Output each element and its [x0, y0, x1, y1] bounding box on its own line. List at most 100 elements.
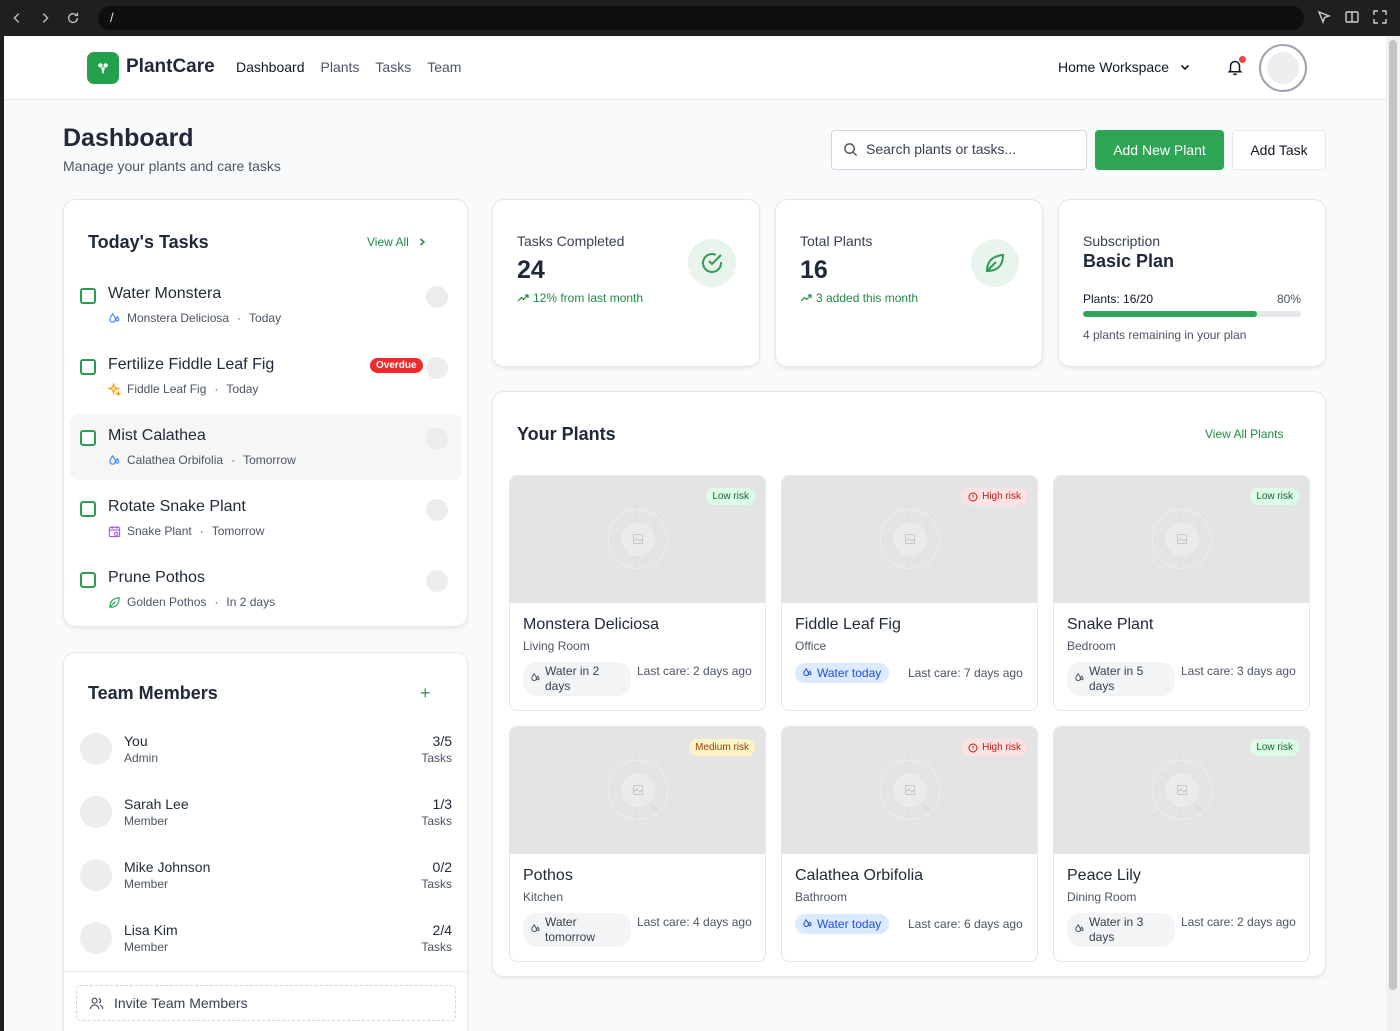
view-all-plants-link[interactable]: View All Plants: [1205, 427, 1284, 441]
split-view-icon[interactable]: [1344, 9, 1360, 25]
task-action-button[interactable]: [426, 286, 448, 308]
task-item[interactable]: Water Monstera Monstera Deliciosa · Toda…: [70, 272, 462, 338]
plant-card[interactable]: Medium risk Pothos Kitchen Water tomorro…: [509, 726, 766, 962]
view-all-tasks-link[interactable]: View All: [367, 235, 427, 249]
member-role: Member: [124, 940, 169, 954]
task-checkbox[interactable]: [80, 288, 96, 304]
add-new-plant-button[interactable]: Add New Plant: [1095, 130, 1224, 170]
workspace-selector[interactable]: Home Workspace: [1058, 59, 1191, 75]
add-member-plus-icon[interactable]: +: [420, 683, 431, 704]
plant-card[interactable]: Low risk Snake Plant Bedroom Water in 5 …: [1053, 475, 1310, 711]
nav-plants[interactable]: Plants: [321, 59, 360, 75]
member-avatar: [80, 796, 112, 828]
plant-location: Bedroom: [1067, 639, 1116, 653]
alert-icon: [968, 743, 978, 752]
brand-name[interactable]: PlantCare: [126, 56, 215, 78]
usage-progress-fill: [1083, 311, 1258, 317]
app-page: PlantCare Dashboard Plants Tasks Team Ho…: [4, 36, 1386, 1031]
total-plants-card: Total Plants 16 3 added this month: [775, 199, 1043, 367]
member-task-count: 1/3: [432, 796, 452, 812]
team-members-card: Team Members + You Admin 3/5 Tasks Sarah…: [63, 652, 468, 1031]
member-task-label: Tasks: [421, 940, 452, 954]
risk-badge: Low risk: [1250, 739, 1299, 756]
notification-dot: [1239, 56, 1246, 63]
task-checkbox[interactable]: [80, 572, 96, 588]
check-circle-icon: [688, 239, 736, 287]
task-action-button[interactable]: [426, 357, 448, 379]
risk-badge: High risk: [962, 739, 1027, 756]
task-item[interactable]: Mist Calathea Calathea Orbifolia · Tomor…: [70, 414, 462, 480]
task-action-button[interactable]: [426, 570, 448, 592]
last-care: Last care: 3 days ago: [1181, 664, 1296, 678]
water-schedule: Water in 5 days: [1067, 662, 1175, 696]
plant-name: Snake Plant: [1067, 616, 1154, 633]
search-box: [831, 130, 1087, 170]
address-bar[interactable]: /: [98, 6, 1304, 30]
member-task-count: 0/2: [432, 859, 452, 875]
task-item[interactable]: Fertilize Fiddle Leaf Fig Fiddle Leaf Fi…: [70, 343, 462, 409]
last-care: Last care: 6 days ago: [908, 917, 1023, 931]
reload-icon[interactable]: [62, 7, 84, 29]
risk-label: Medium risk: [695, 742, 749, 753]
task-checkbox[interactable]: [80, 430, 96, 446]
fullscreen-icon[interactable]: [1372, 9, 1388, 25]
stat-label: Total Plants: [800, 233, 873, 249]
plant-image-placeholder: Low risk: [1054, 476, 1309, 603]
tasks-completed-card: Tasks Completed 24 12% from last month: [492, 199, 760, 367]
image-icon: [1177, 785, 1187, 795]
team-member-row[interactable]: You Admin 3/5 Tasks: [80, 727, 452, 771]
main-nav: Dashboard Plants Tasks Team: [236, 59, 461, 75]
chevron-right-icon: [419, 238, 425, 246]
plant-card[interactable]: Low risk Peace Lily Dining Room Water in…: [1053, 726, 1310, 962]
nav-dashboard[interactable]: Dashboard: [236, 59, 305, 75]
task-meta: Fiddle Leaf Fig · Today: [108, 382, 258, 396]
invite-team-members-button[interactable]: Invite Team Members: [76, 985, 456, 1021]
task-item[interactable]: Rotate Snake Plant Snake Plant · Tomorro…: [70, 485, 462, 551]
search-input[interactable]: [866, 141, 1076, 157]
scrollbar-thumb[interactable]: [1389, 40, 1397, 990]
task-action-button[interactable]: [426, 499, 448, 521]
back-icon[interactable]: [6, 7, 28, 29]
member-name: Sarah Lee: [124, 796, 189, 812]
add-task-button[interactable]: Add Task: [1232, 130, 1326, 170]
notification-bell-icon[interactable]: [1226, 56, 1246, 76]
water-drop-icon: [109, 312, 120, 323]
water-schedule: Water tomorrow: [523, 913, 631, 947]
search-icon: [844, 143, 858, 157]
task-plant: Monstera Deliciosa: [127, 311, 230, 325]
plantcare-logo-icon[interactable]: [87, 52, 119, 84]
subscription-label: Subscription: [1083, 233, 1161, 249]
plants-card-title: Your Plants: [517, 424, 616, 444]
plant-card[interactable]: High risk Fiddle Leaf Fig Office Water t…: [781, 475, 1038, 711]
usage-progress-bar: [1083, 311, 1301, 317]
water-drop-icon: [803, 918, 812, 928]
team-member-row[interactable]: Sarah Lee Member 1/3 Tasks: [80, 790, 452, 834]
plant-card[interactable]: High risk Calathea Orbifolia Bathroom Wa…: [781, 726, 1038, 962]
member-name: Lisa Kim: [124, 922, 178, 938]
nav-team[interactable]: Team: [427, 59, 461, 75]
cursor-icon[interactable]: [1316, 9, 1332, 25]
todays-tasks-card: Today's Tasks View All Water Monstera Mo…: [63, 199, 468, 627]
page-scrollbar[interactable]: [1386, 36, 1400, 1031]
team-member-row[interactable]: Mike Johnson Member 0/2 Tasks: [80, 853, 452, 897]
nav-tasks[interactable]: Tasks: [375, 59, 411, 75]
plant-image-placeholder: High risk: [782, 476, 1037, 603]
overdue-badge: Overdue: [370, 358, 423, 373]
view-all-label: View All: [367, 235, 409, 249]
your-plants-card: Your Plants View All Plants Low risk Mon…: [492, 391, 1326, 977]
task-action-button[interactable]: [426, 428, 448, 450]
water-schedule: Water in 3 days: [1067, 913, 1175, 947]
plant-card[interactable]: Low risk Monstera Deliciosa Living Room …: [509, 475, 766, 711]
task-checkbox[interactable]: [80, 359, 96, 375]
forward-icon[interactable]: [34, 7, 56, 29]
team-member-row[interactable]: Lisa Kim Member 2/4 Tasks: [80, 916, 452, 960]
user-avatar[interactable]: [1259, 44, 1307, 92]
water-schedule: Water today: [795, 663, 890, 683]
stat-value: 24: [517, 256, 545, 284]
risk-label: High risk: [982, 742, 1021, 753]
water-drop-icon: [531, 672, 540, 682]
image-icon: [1177, 534, 1187, 544]
task-checkbox[interactable]: [80, 501, 96, 517]
plant-name: Fiddle Leaf Fig: [795, 616, 901, 633]
task-item[interactable]: Prune Pothos Golden Pothos · In 2 days: [70, 556, 462, 622]
